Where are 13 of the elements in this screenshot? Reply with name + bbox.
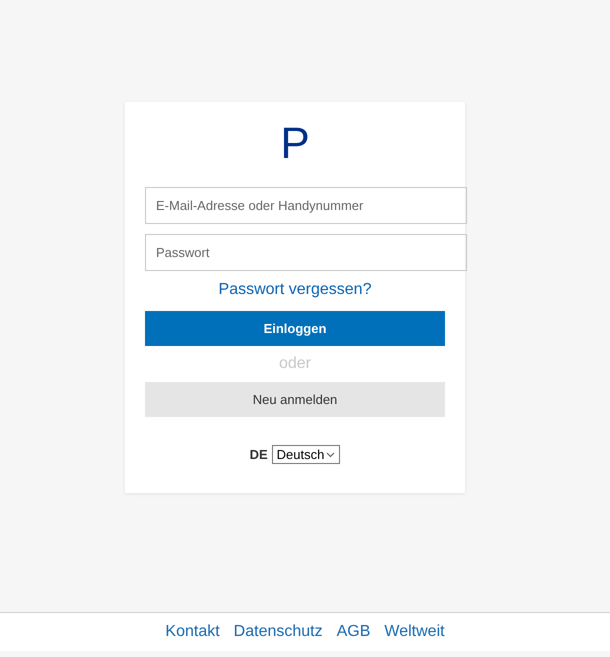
login-button[interactable]: Einloggen bbox=[145, 311, 445, 346]
signup-button[interactable]: Neu anmelden bbox=[145, 382, 445, 417]
footer-link[interactable]: Datenschutz bbox=[234, 620, 323, 644]
language-code: DE bbox=[250, 446, 268, 464]
chevron-down-icon bbox=[326, 452, 336, 458]
footer-link[interactable]: Kontakt bbox=[165, 620, 220, 644]
email-field[interactable]: E-Mail-Adresse oder Handynummer bbox=[145, 187, 467, 224]
logo: P bbox=[280, 118, 310, 170]
password-field[interactable]: Passwort bbox=[145, 234, 467, 271]
footer-link[interactable]: Weltweit bbox=[384, 620, 445, 644]
language-select[interactable]: Deutsch bbox=[272, 445, 340, 464]
forgot-password-link[interactable]: Passwort vergessen? bbox=[218, 280, 372, 300]
footer-link[interactable]: AGB bbox=[336, 620, 370, 644]
